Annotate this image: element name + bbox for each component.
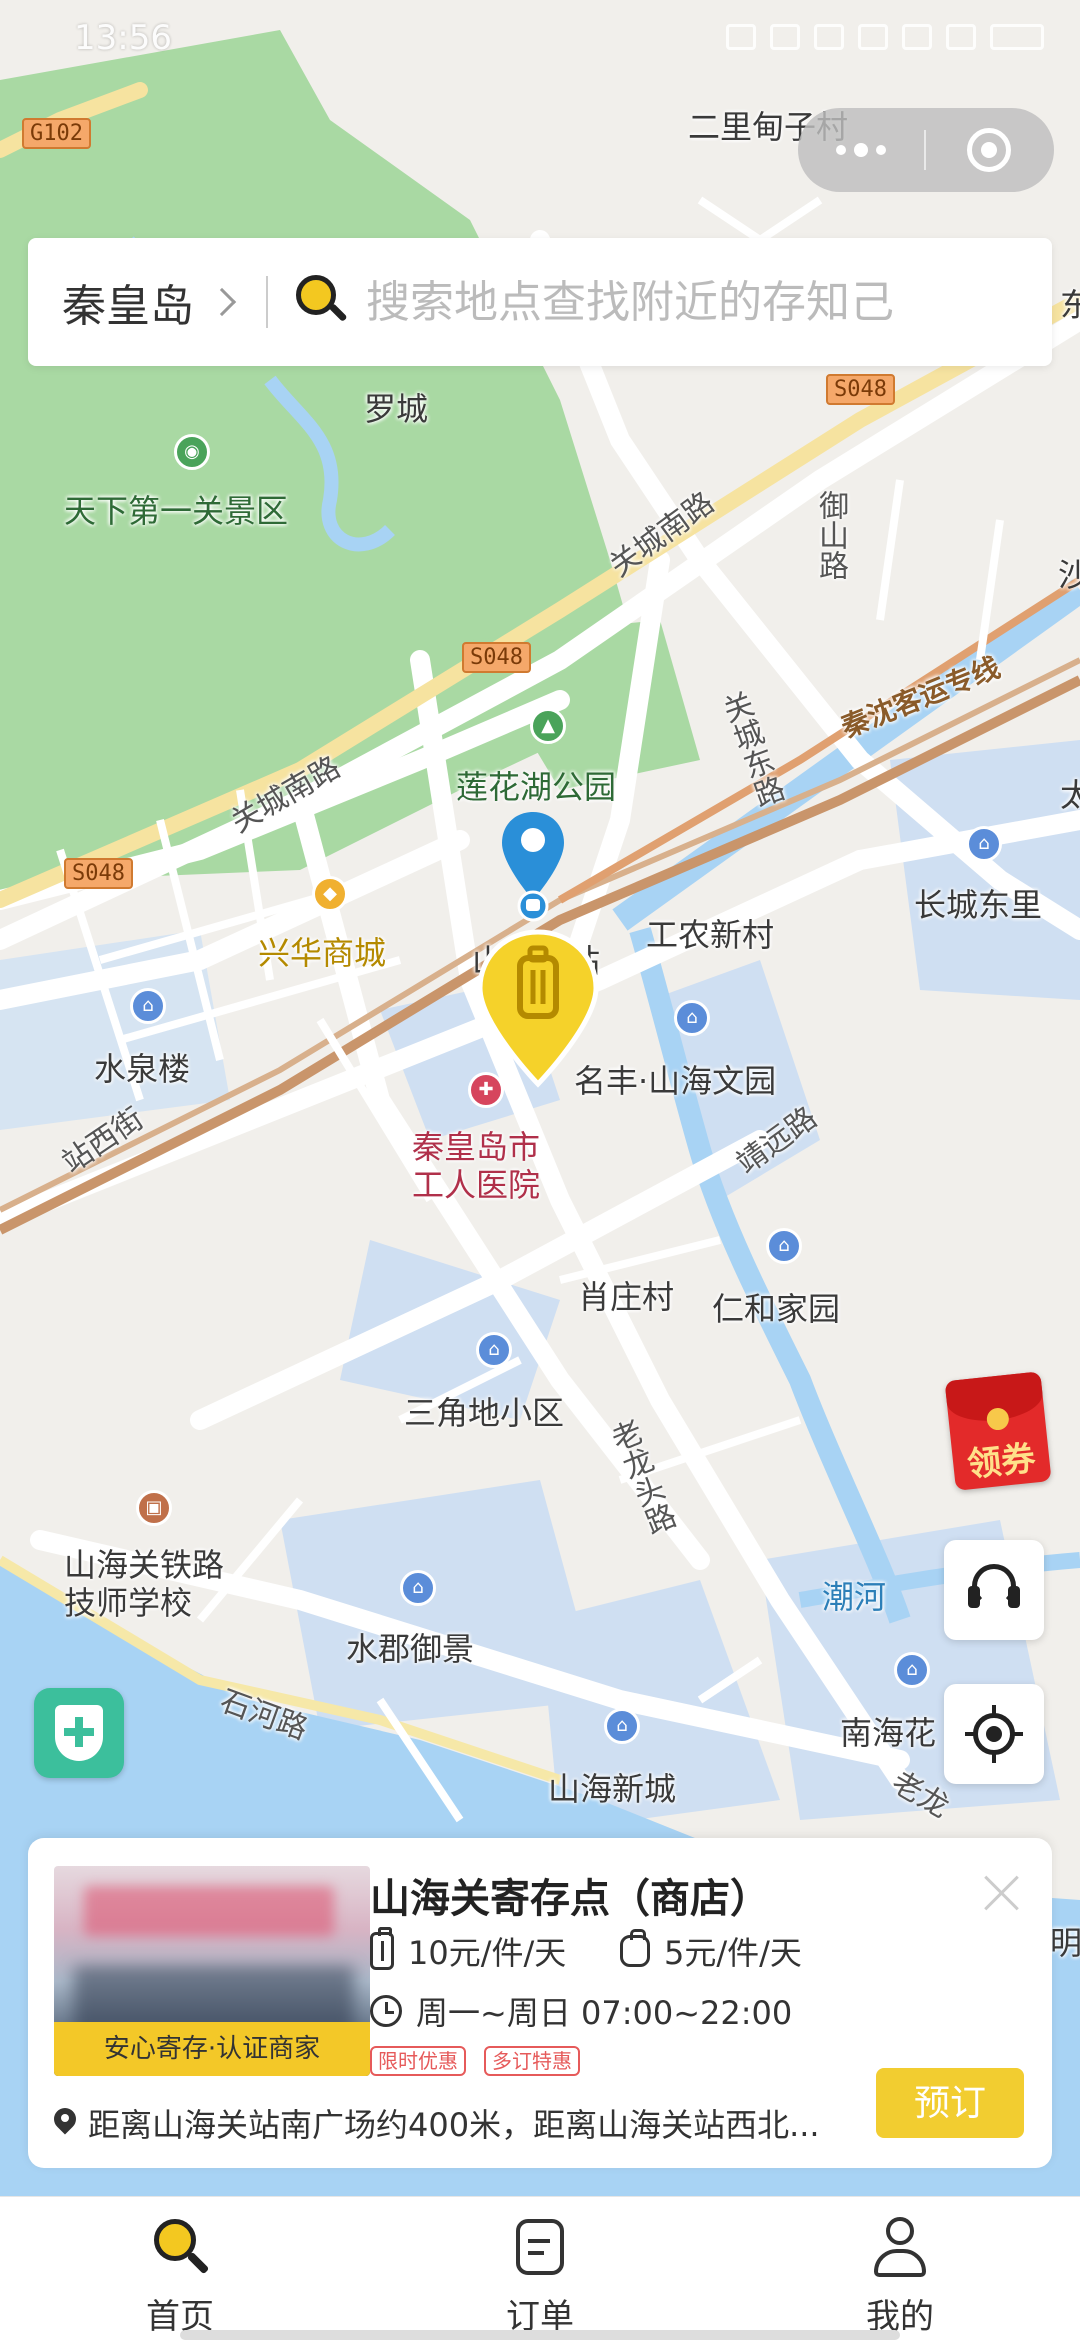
road-shield: G102	[22, 118, 91, 149]
promo-tag: 多订特惠	[484, 2046, 580, 2076]
map-label: 名丰·山海文园	[574, 1062, 777, 1100]
alarm-icon	[726, 24, 756, 50]
crosshair-icon	[965, 1705, 1023, 1763]
search-input[interactable]	[366, 276, 966, 328]
map-label: 莲花湖公园	[456, 768, 617, 806]
search-bar: 秦皇岛	[28, 238, 1052, 366]
search-icon	[148, 2215, 212, 2279]
price-small-text: 5元/件/天	[664, 1934, 802, 1972]
tree-icon: ▲	[530, 708, 566, 744]
home-indicator[interactable]	[180, 2330, 900, 2340]
luggage-pin-icon[interactable]	[476, 928, 600, 1090]
residential-icon: ⌂	[476, 1332, 512, 1368]
map-label: 御山路	[813, 490, 848, 580]
battery-icon	[990, 24, 1044, 50]
map-label: 山海关铁路技师学校	[64, 1546, 225, 1622]
map-label: 山海新城	[548, 1770, 677, 1808]
map-label: 东	[1060, 286, 1080, 324]
more-button[interactable]	[798, 108, 924, 192]
road-shield: S048	[462, 642, 531, 673]
location-pin-icon	[54, 2108, 76, 2138]
miniprogram-capsule	[798, 108, 1054, 192]
signal-icon	[946, 24, 976, 50]
safety-guarantee-button[interactable]	[34, 1688, 124, 1778]
map-label: 长城东里	[914, 886, 1043, 924]
backpack-icon	[620, 1929, 650, 1967]
map-label: 潮河	[822, 1578, 887, 1616]
signal-icon	[902, 24, 932, 50]
locate-me-button[interactable]	[944, 1684, 1044, 1784]
city-selector[interactable]: 秦皇岛	[28, 238, 237, 366]
nav-orders[interactable]: 订单	[360, 2197, 720, 2340]
map-label: 水泉楼	[94, 1050, 191, 1088]
close-card-button[interactable]	[980, 1870, 1024, 1914]
divider	[266, 276, 268, 328]
map-label: 工农新村	[646, 916, 775, 954]
user-icon	[868, 2215, 932, 2279]
road-shield: S048	[826, 374, 895, 405]
opening-hours-text: 周一~周日 07:00~22:00	[416, 1994, 793, 2032]
map-label: 南海花	[840, 1714, 937, 1752]
road-shield: S048	[64, 858, 133, 889]
nav-profile[interactable]: 我的	[720, 2197, 1080, 2340]
residential-icon: ⌂	[674, 1000, 710, 1036]
verified-badge: 安心寄存·认证商家	[54, 2022, 370, 2076]
store-photo[interactable]: 安心寄存·认证商家	[54, 1866, 370, 2076]
city-name: 秦皇岛	[62, 281, 194, 332]
store-address: 距离山海关站南广场约400米，距离山海关站西北...	[54, 2100, 874, 2146]
school-icon: ▣	[136, 1490, 172, 1526]
store-address-text: 距离山海关站南广场约400米，距离山海关站西北...	[88, 2106, 820, 2144]
map-label: 罗城	[364, 390, 429, 428]
map-label: 兴华商城	[258, 934, 387, 972]
map-label: 明	[1050, 1924, 1080, 1962]
target-icon	[967, 128, 1011, 172]
coupon-button[interactable]: 领券	[938, 1365, 1060, 1496]
status-icons	[726, 24, 1044, 50]
map-label: 太	[1060, 776, 1080, 814]
residential-icon: ⌂	[400, 1570, 436, 1606]
suitcase-icon	[370, 1927, 394, 1970]
wifi-icon	[814, 24, 844, 50]
hd-icon	[858, 24, 888, 50]
price-large-luggage: 10元/件/天	[370, 1927, 567, 1974]
station-pin-icon[interactable]	[500, 810, 566, 930]
shield-plus-icon	[55, 1705, 103, 1761]
shield-icon	[770, 24, 800, 50]
map-label: 水郡御景	[346, 1630, 475, 1668]
camera-icon: ◉	[174, 434, 210, 470]
close-miniprogram-button[interactable]	[926, 108, 1052, 192]
residential-icon: ⌂	[766, 1228, 802, 1264]
nav-home[interactable]: 首页	[0, 2197, 360, 2340]
promo-tag: 限时优惠	[370, 2046, 466, 2076]
price-small-luggage: 5元/件/天	[620, 1928, 802, 1974]
map-label: 肖庄村	[578, 1278, 675, 1316]
residential-icon: ⌂	[966, 826, 1002, 862]
order-icon	[508, 2215, 572, 2279]
residential-icon: ⌂	[604, 1708, 640, 1744]
map-label: 仁和家园	[712, 1290, 841, 1328]
price-large-text: 10元/件/天	[408, 1934, 567, 1972]
clock-icon	[370, 1995, 402, 2027]
status-bar: 13:56	[0, 0, 1080, 84]
map-label: 天下第一关景区	[64, 492, 289, 530]
status-time: 13:56	[74, 18, 172, 58]
headset-icon	[966, 1562, 1022, 1618]
chevron-right-icon	[207, 287, 237, 317]
customer-service-button[interactable]	[944, 1540, 1044, 1640]
map-label: 沙	[1058, 556, 1080, 594]
shopping-icon: ◆	[312, 876, 348, 912]
opening-hours: 周一~周日 07:00~22:00	[370, 1988, 792, 2034]
store-name: 山海关寄存点（商店）	[370, 1876, 770, 1922]
residential-icon: ⌂	[894, 1652, 930, 1688]
store-card[interactable]: 安心寄存·认证商家 山海关寄存点（商店） 10元/件/天 5元/件/天 周一~周…	[28, 1838, 1052, 2168]
coupon-label: 领券	[965, 1438, 1038, 1486]
map-label: 三角地小区	[404, 1394, 565, 1432]
search-icon	[296, 275, 348, 329]
book-button[interactable]: 预订	[876, 2068, 1024, 2138]
bottom-nav: 首页 订单 我的	[0, 2196, 1080, 2340]
residential-icon: ⌂	[130, 988, 166, 1024]
map-label: 秦皇岛市工人医院	[412, 1128, 541, 1204]
